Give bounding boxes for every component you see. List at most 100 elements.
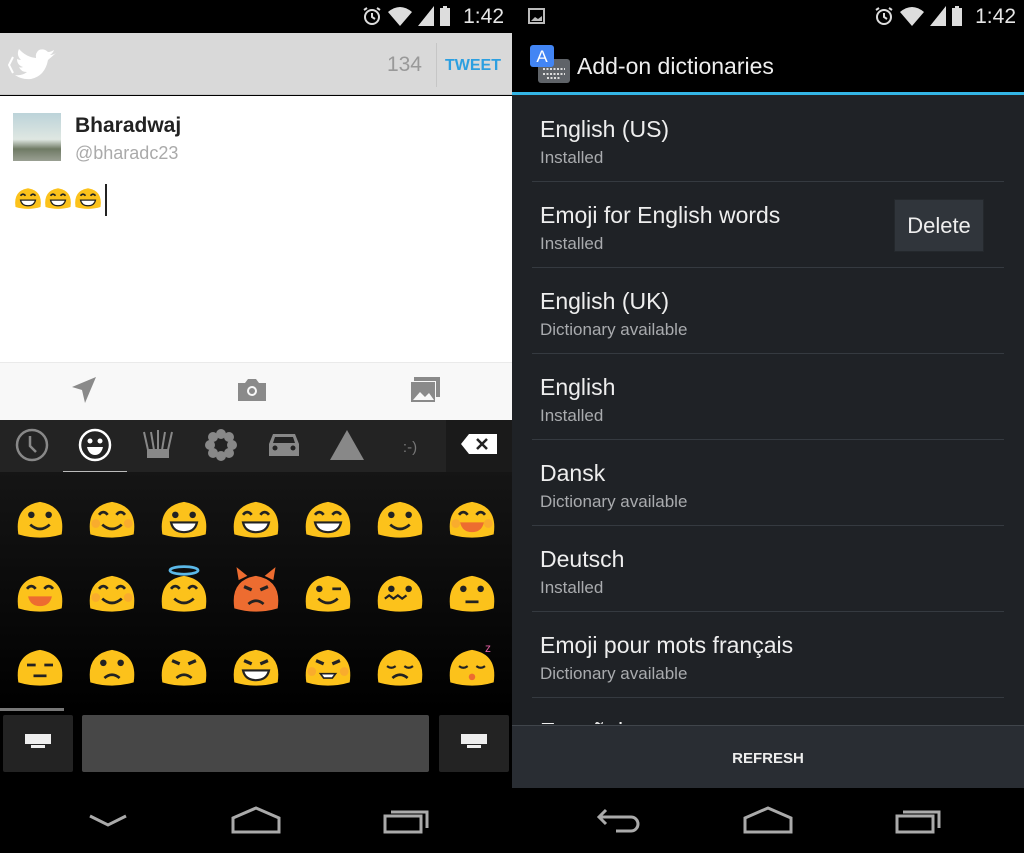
character-count: 134 <box>386 53 422 76</box>
emoji-laugh-blush[interactable] <box>436 480 508 554</box>
avatar <box>13 113 61 161</box>
dictionary-status: Installed <box>540 148 604 167</box>
dictionary-status: Dictionary available <box>540 320 688 339</box>
emoji-fang-blush[interactable] <box>292 628 364 702</box>
svg-text:A: A <box>536 47 548 66</box>
emoji-category-bar: :-) <box>0 420 512 474</box>
keyboard-switch-button-right[interactable] <box>439 715 509 772</box>
home-button[interactable] <box>231 806 281 839</box>
emoji-neutral-side[interactable] <box>436 554 508 628</box>
emoji-grin-eyes-closed[interactable] <box>220 480 292 554</box>
emoji-grin-tears <box>43 182 73 217</box>
clock: 1:42 <box>463 5 504 28</box>
recents-button[interactable] <box>383 806 431 839</box>
category-tab-smiley[interactable] <box>63 428 127 474</box>
keyboard-icon <box>25 734 51 753</box>
recents-button[interactable] <box>895 806 943 839</box>
twitter-back-button[interactable] <box>6 47 58 88</box>
compose-area[interactable]: Bharadwaj @bharadc23 <box>0 96 512 362</box>
emoji-grin-tears <box>73 182 103 217</box>
category-tab-crown[interactable] <box>136 428 180 466</box>
emoji-angry-teeth[interactable] <box>220 628 292 702</box>
dictionary-title: English (UK) <box>540 288 670 314</box>
alarm-icon <box>874 6 894 31</box>
keyboard-app-icon[interactable]: A <box>528 43 572 90</box>
dictionary-item[interactable]: English (UK) Dictionary available <box>532 268 1004 354</box>
delete-button[interactable]: Delete <box>894 199 984 252</box>
category-tab-recent-clock[interactable] <box>10 428 54 466</box>
dictionary-status: Installed <box>540 234 604 253</box>
car-icon <box>266 430 302 465</box>
dictionary-item[interactable]: English Installed <box>532 354 1004 440</box>
user-name: Bharadwaj <box>75 114 182 137</box>
text-cursor <box>105 183 107 216</box>
dictionary-item[interactable]: Español <box>532 698 1004 724</box>
emoji-sleepy[interactable]: z <box>436 628 508 702</box>
dictionary-item[interactable]: Emoji for English words Installed Delete <box>532 182 1004 268</box>
triangle-icon <box>329 429 365 466</box>
emoji-slight-smile[interactable] <box>364 480 436 554</box>
hide-keyboard-button[interactable] <box>88 814 128 833</box>
twitter-compose-panel: 1:42 134 TWEET Bharadwaj @bharadc23 :-) … <box>0 0 512 853</box>
space-bar[interactable] <box>82 715 429 772</box>
dictionary-title: Español <box>540 718 623 724</box>
dictionary-status: Installed <box>540 578 604 597</box>
navigation-bar <box>512 788 1024 853</box>
keyboard-icon <box>461 734 487 753</box>
dictionary-item[interactable]: Emoji pour mots français Dictionary avail… <box>532 612 1004 698</box>
back-button[interactable] <box>596 806 642 839</box>
dictionary-item[interactable]: English (US) Installed <box>532 96 1004 182</box>
dictionary-item[interactable]: Dansk Dictionary available <box>532 440 1004 526</box>
emoji-angry[interactable] <box>148 628 220 702</box>
category-tab-emoticon[interactable]: :-) <box>388 428 432 466</box>
screenshot-notification-icon <box>528 8 545 29</box>
flower-icon <box>204 428 238 467</box>
emoji-confused[interactable] <box>76 628 148 702</box>
emoji-laugh-sweat[interactable] <box>4 554 76 628</box>
tweet-text-input[interactable] <box>13 182 107 217</box>
dictionary-item[interactable]: Deutsch Installed <box>532 526 1004 612</box>
dictionary-title: Emoji pour mots français <box>540 632 794 658</box>
status-bar: 1:42 <box>0 0 512 33</box>
emoji-grin-tears[interactable] <box>292 480 364 554</box>
dictionary-status: Dictionary available <box>540 664 688 683</box>
gallery-icon[interactable] <box>408 375 442 410</box>
emoji-sad-tear[interactable] <box>364 628 436 702</box>
recent-clock-icon <box>15 428 49 467</box>
page-indicator <box>0 708 64 711</box>
emoji-expressionless[interactable] <box>4 628 76 702</box>
dictionary-status: Dictionary available <box>540 492 688 511</box>
twitter-action-bar: 134 TWEET <box>0 33 512 95</box>
category-tab-flower[interactable] <box>199 428 243 466</box>
dictionary-title: Deutsch <box>540 546 625 572</box>
compose-actions <box>0 362 512 420</box>
home-button[interactable] <box>743 806 793 839</box>
refresh-button[interactable]: REFRESH <box>512 725 1024 790</box>
navigation-bar <box>0 788 512 853</box>
location-icon[interactable] <box>70 375 98 410</box>
emoji-halo[interactable] <box>148 554 220 628</box>
dictionary-title: Emoji for English words <box>540 202 781 228</box>
emoji-squint-blush[interactable] <box>76 554 148 628</box>
tweet-button[interactable]: TWEET <box>445 57 501 75</box>
emoji-grin[interactable] <box>148 480 220 554</box>
emoji-grid: z <box>0 472 512 710</box>
emoji-smile[interactable] <box>4 480 76 554</box>
emoji-devil[interactable] <box>220 554 292 628</box>
emoji-wink[interactable] <box>292 554 364 628</box>
page-title: Add-on dictionaries <box>577 53 774 79</box>
category-tab-triangle[interactable] <box>325 428 369 466</box>
dictionary-title: English <box>540 374 616 400</box>
emoji-zipper[interactable] <box>364 554 436 628</box>
emoji-blush-smile[interactable] <box>76 480 148 554</box>
camera-icon[interactable] <box>236 375 268 410</box>
status-bar: 1:42 <box>512 0 1024 33</box>
dictionary-status: Installed <box>540 406 604 425</box>
battery-icon <box>440 6 450 31</box>
backspace-button[interactable] <box>446 420 512 472</box>
keyboard-switch-button-left[interactable] <box>3 715 73 772</box>
category-tab-car[interactable] <box>262 428 306 466</box>
divider <box>436 43 437 87</box>
clock: 1:42 <box>975 5 1016 28</box>
battery-icon <box>952 6 962 31</box>
